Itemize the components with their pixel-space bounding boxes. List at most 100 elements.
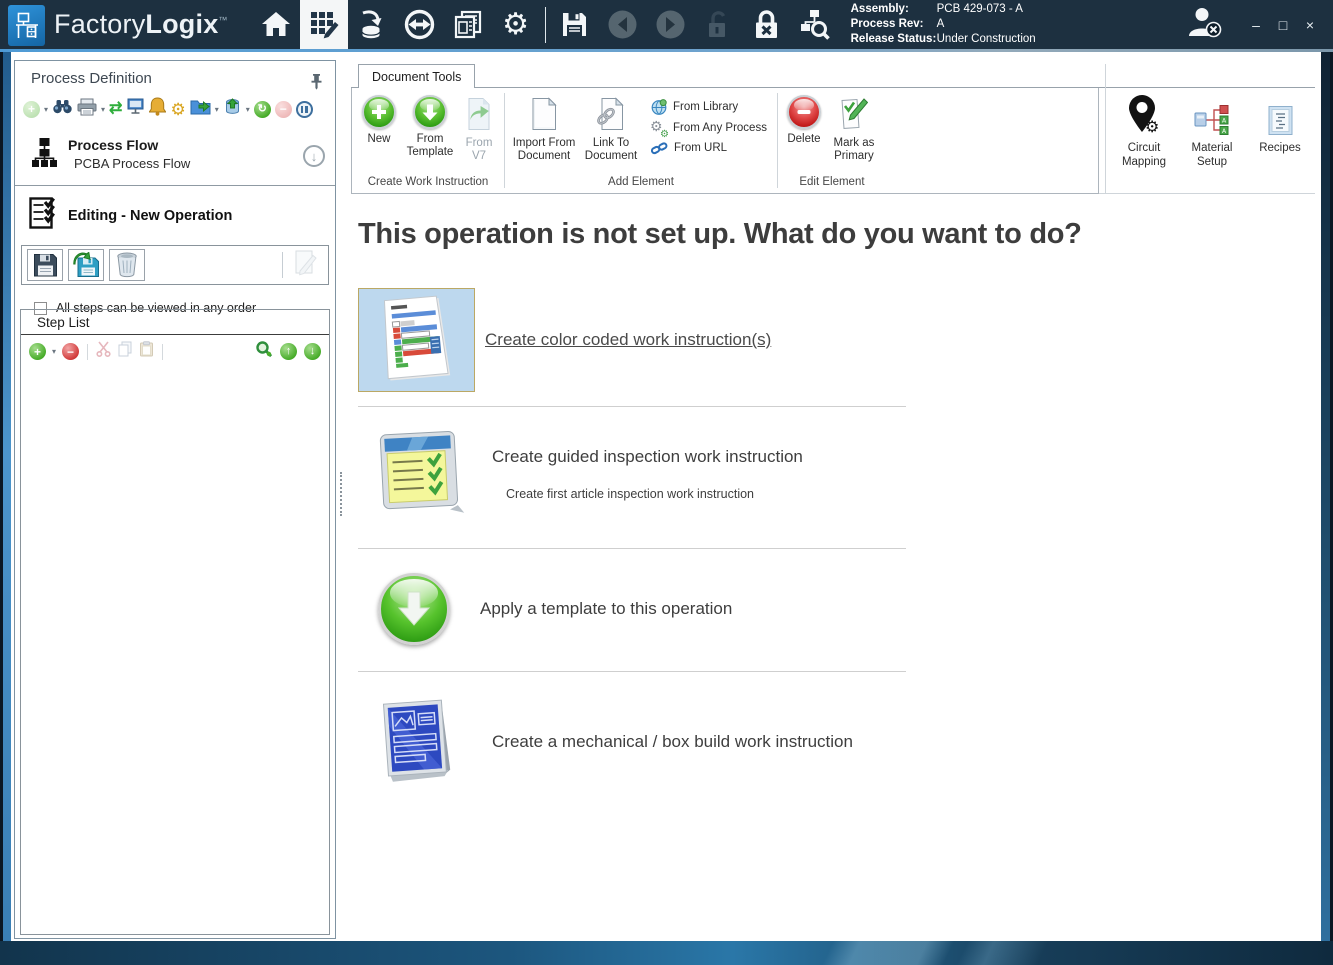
search-binoculars-icon[interactable]: [52, 99, 73, 119]
new-button[interactable]: New: [356, 93, 402, 146]
minimize-button[interactable]: –: [1247, 17, 1265, 33]
delete-element-button[interactable]: Delete: [782, 93, 826, 146]
delete-operation-button[interactable]: [109, 249, 145, 281]
close-button[interactable]: ×: [1301, 17, 1319, 33]
add-step-icon[interactable]: +: [29, 343, 46, 360]
link-to-document-button[interactable]: Link To Document: [579, 93, 643, 163]
apply-template-label[interactable]: Apply a template to this operation: [480, 599, 732, 619]
assembly-label: Assembly:: [851, 2, 937, 17]
settings-gear-icon[interactable]: ⚙: [492, 0, 540, 49]
apply-template-icon[interactable]: [378, 573, 450, 645]
pin-icon[interactable]: [310, 73, 323, 95]
process-flow-subtitle: PCBA Process Flow: [74, 156, 190, 171]
maximize-button[interactable]: □: [1274, 17, 1292, 33]
move-down-icon[interactable]: ↓: [304, 343, 321, 360]
gear-gold-icon[interactable]: ⚙: [170, 101, 185, 118]
gears-icon: ⚙⚙: [651, 120, 667, 136]
add-step-dropdown-icon[interactable]: ▾: [52, 347, 56, 356]
release-status-label: Release Status:: [851, 32, 937, 47]
first-article-sub-option[interactable]: Create first article inspection work ins…: [506, 487, 803, 501]
bell-icon[interactable]: [149, 97, 166, 121]
panel-splitter[interactable]: [337, 52, 345, 941]
option-guided-inspection[interactable]: Create guided inspection work instructio…: [358, 407, 906, 549]
process-toolbar: +▾ ▾ ⇄ ⚙ ▾ ▾ ↻ −: [15, 89, 335, 127]
back-icon: [599, 0, 647, 49]
copy-icon: [117, 341, 133, 362]
refresh-icon[interactable]: ↻: [254, 101, 271, 118]
mechanical-box-icon[interactable]: [380, 694, 452, 789]
save-icon[interactable]: [551, 0, 599, 49]
option-color-coded[interactable]: Create color coded work instruction(s): [358, 282, 906, 407]
titlebar-toolbar: ⚙: [252, 0, 839, 49]
pause-icon[interactable]: [296, 101, 313, 118]
unlock-icon: [695, 0, 743, 49]
material-setup-button[interactable]: AA Material Setup: [1183, 92, 1241, 169]
app-window: FactoryLogix™: [0, 0, 1333, 965]
export-folder-icon[interactable]: [190, 98, 211, 120]
circuit-mapping-button[interactable]: ⚙ Circuit Mapping: [1115, 92, 1173, 169]
shuffle-icon[interactable]: ⇄: [109, 101, 122, 117]
tab-document-tools[interactable]: Document Tools: [358, 64, 475, 90]
edit-properties-icon: [294, 249, 317, 281]
app-logo-icon: [8, 5, 45, 46]
color-coded-doc-icon[interactable]: [358, 288, 475, 392]
group-create-work-instruction: New From Template From V7 Create Work In…: [352, 88, 504, 193]
process-editor-icon[interactable]: [300, 0, 348, 49]
group-edit-element: Delete Mark as Primary Edit Element: [778, 88, 886, 193]
sync-transfer-icon[interactable]: [396, 0, 444, 49]
save-and-close-button[interactable]: [68, 249, 104, 281]
page-title: This operation is not set up. What do yo…: [358, 218, 1082, 251]
process-search-icon[interactable]: [791, 0, 839, 49]
add-dropdown-icon: ▾: [44, 105, 48, 114]
find-step-icon[interactable]: [255, 340, 273, 363]
move-up-icon[interactable]: ↑: [280, 343, 297, 360]
logout-user-icon[interactable]: [1187, 6, 1223, 43]
ribbon: New From Template From V7 Create Work In…: [351, 88, 1099, 194]
mark-as-primary-button[interactable]: Mark as Primary: [826, 93, 882, 163]
from-library-item[interactable]: From Library: [651, 99, 767, 115]
from-any-process-item[interactable]: ⚙⚙ From Any Process: [651, 120, 767, 136]
guided-inspection-icon[interactable]: [374, 423, 466, 524]
from-url-item[interactable]: From URL: [651, 141, 767, 155]
guided-inspection-label[interactable]: Create guided inspection work instructio…: [492, 447, 803, 467]
save-operation-button[interactable]: [27, 249, 63, 281]
mechanical-box-label[interactable]: Create a mechanical / box build work ins…: [492, 732, 853, 752]
editing-title: Editing - New Operation: [68, 208, 232, 224]
home-icon[interactable]: [252, 0, 300, 49]
ribbon-right-separator: [1105, 64, 1106, 194]
from-template-button[interactable]: From Template: [402, 93, 458, 159]
titlebar-separator: [545, 7, 546, 43]
import-from-document-button[interactable]: Import From Document: [509, 93, 579, 163]
data-import-icon[interactable]: [348, 0, 396, 49]
cut-icon: [96, 341, 111, 362]
main-area: Document Tools New From Template: [345, 52, 1321, 941]
recipes-button[interactable]: Recipes: [1251, 92, 1309, 155]
window-border-bottom: [0, 941, 1333, 965]
editing-header: Editing - New Operation: [15, 186, 335, 243]
forward-icon: [647, 0, 695, 49]
checklist-icon: [29, 196, 59, 235]
assembly-value: PCB 429-073 - A: [937, 2, 1023, 17]
lock-close-icon[interactable]: [743, 0, 791, 49]
presentation-icon[interactable]: [126, 97, 145, 121]
expand-down-icon[interactable]: ↓: [303, 145, 325, 167]
process-flow-icon: [31, 137, 58, 173]
context-info: Assembly:PCB 429-073 - A Process Rev:A R…: [851, 2, 1036, 47]
process-flow-row[interactable]: Process Flow PCBA Process Flow ↓: [15, 127, 335, 186]
group-add-element: Import From Document Link To Document Fr…: [505, 88, 777, 193]
import-dropdown-icon[interactable]: ▾: [246, 105, 250, 114]
export-dropdown-icon[interactable]: ▾: [215, 105, 219, 114]
option-mechanical-box-build[interactable]: Create a mechanical / box build work ins…: [358, 672, 906, 819]
print-dropdown-icon[interactable]: ▾: [101, 105, 105, 114]
options-list: Create color coded work instruction(s): [358, 282, 906, 819]
option-apply-template[interactable]: Apply a template to this operation: [358, 549, 906, 672]
remove-step-icon[interactable]: −: [62, 343, 79, 360]
print-icon[interactable]: [77, 98, 97, 121]
ribbon-bottom-line: [1099, 193, 1315, 194]
panel-title: Process Definition: [15, 61, 335, 89]
group-label: Edit Element: [782, 173, 882, 192]
documents-icon[interactable]: [444, 0, 492, 49]
create-color-coded-link[interactable]: Create color coded work instruction(s): [485, 330, 771, 350]
import-bucket-icon[interactable]: [223, 97, 242, 121]
window-border-left: [0, 52, 11, 941]
